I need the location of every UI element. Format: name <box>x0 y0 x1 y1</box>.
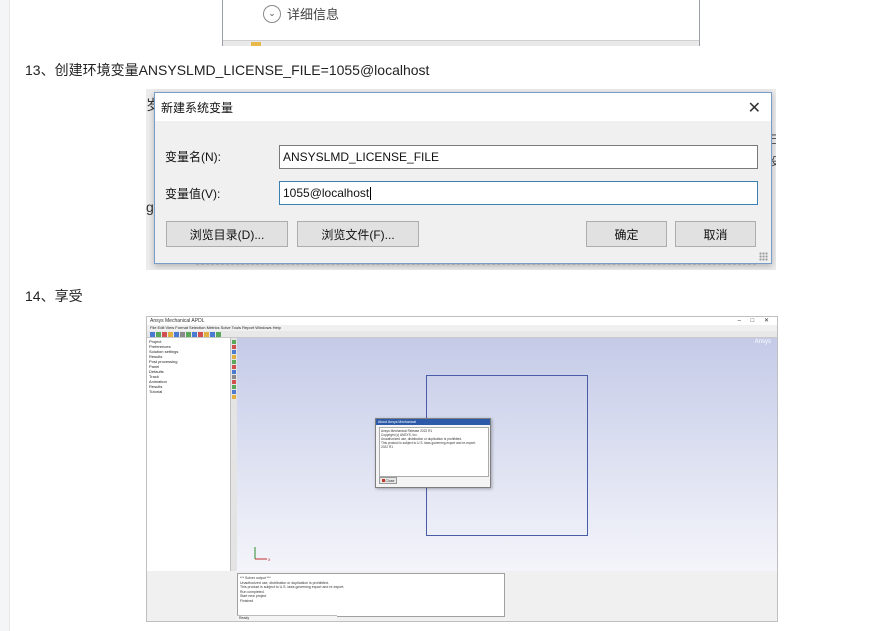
tool-icon[interactable] <box>232 365 236 369</box>
details-toggle[interactable]: ⌄ 详细信息 <box>263 4 339 23</box>
text-caret <box>370 187 372 201</box>
toolbar-icon[interactable] <box>216 331 221 337</box>
about-dialog-body: Ansys Mechanical Release 2022 R1 Copyrig… <box>379 427 489 477</box>
ansys-project-tree: Project Preferences Solution settings Re… <box>147 338 231 571</box>
ansys-titlebar: Ansys Mechanical APDL – □ ✕ <box>147 317 777 325</box>
variable-value-value: 1055@localhost <box>283 186 370 200</box>
step-14-text: 14、享受 <box>25 288 83 304</box>
resize-grip-icon[interactable] <box>759 252 768 261</box>
dialog-title: 新建系统变量 <box>161 100 234 115</box>
details-screenshot: ⌄ 详细信息 <box>222 0 700 46</box>
about-dialog: About Ansys Mechanical Ansys Mechanical … <box>375 418 491 488</box>
tool-icon[interactable] <box>232 350 236 354</box>
background-text-strip <box>196 264 756 270</box>
ansys-window-title: Ansys Mechanical APDL <box>150 318 205 324</box>
ansys-toolbar <box>147 331 777 338</box>
toolbar-icon[interactable] <box>198 331 203 337</box>
tool-icon[interactable] <box>232 385 236 389</box>
chevron-down-icon: ⌄ <box>263 4 281 23</box>
tool-icon[interactable] <box>232 360 236 364</box>
variable-name-row: 变量名(N): <box>165 148 279 165</box>
toolbar-icon[interactable] <box>168 331 173 337</box>
variable-name-label: 变量名(N): <box>165 150 221 164</box>
toolbar-icon[interactable] <box>180 331 185 337</box>
toolbar-icon[interactable] <box>156 331 161 337</box>
tree-item[interactable]: Tutorial <box>149 389 228 394</box>
toolbar-icon[interactable] <box>192 331 197 337</box>
tool-icon[interactable] <box>232 355 236 359</box>
close-icon[interactable]: ✕ <box>748 98 761 118</box>
tool-icon[interactable] <box>232 370 236 374</box>
ansys-status-bar: Ready <box>237 615 337 621</box>
about-line: 2022 R1 <box>381 445 394 449</box>
about-line: This product is subject to U.S. laws gov… <box>381 441 476 445</box>
ok-button[interactable]: 确定 <box>586 221 667 247</box>
browse-directory-button[interactable]: 浏览目录(D)... <box>166 221 288 247</box>
close-icon <box>381 479 385 482</box>
toolbar-icon[interactable] <box>186 331 191 337</box>
tool-icon[interactable] <box>232 340 236 344</box>
variable-value-row: 变量值(V): <box>165 185 279 202</box>
background-glyph: g <box>146 199 154 215</box>
toolbar-icon[interactable] <box>150 331 155 337</box>
ansys-screenshot: Ansys Mechanical APDL – □ ✕ File Edit Vi… <box>146 316 778 622</box>
left-margin-rule <box>0 0 10 631</box>
output-line: Finished <box>240 598 254 603</box>
env-dialog-screenshot: 岁 g 已 设 新建系统变量 ✕ 变量名(N): ANSYSLMD_LICENS… <box>146 89 776 270</box>
variable-value-label: 变量值(V): <box>165 187 221 201</box>
toolbar-icon[interactable] <box>162 331 167 337</box>
ansys-viewport[interactable]: Ansys About Ansys Mechanical Ansys Mecha… <box>237 338 777 571</box>
window-controls-icon[interactable]: – □ ✕ <box>738 317 773 324</box>
ansys-brand: Ansys <box>754 339 771 345</box>
tool-icon[interactable] <box>232 390 236 394</box>
tool-icon[interactable] <box>232 380 236 384</box>
dialog-titlebar: 新建系统变量 ✕ <box>155 93 771 121</box>
about-close-label: Close <box>385 478 395 483</box>
variable-name-value: ANSYSLMD_LICENSE_FILE <box>283 150 440 164</box>
details-label: 详细信息 <box>287 7 340 22</box>
ansys-output-window: *** Solver output *** Unauthorized use, … <box>237 573 505 617</box>
toolbar-icon[interactable] <box>174 331 179 337</box>
tool-icon[interactable] <box>232 345 236 349</box>
about-close-button[interactable]: Close <box>379 477 397 484</box>
variable-value-input[interactable]: 1055@localhost <box>279 181 758 205</box>
cancel-button[interactable]: 取消 <box>675 221 756 247</box>
browse-file-button[interactable]: 浏览文件(F)... <box>297 221 419 247</box>
tool-icon[interactable] <box>232 395 236 399</box>
toolbar-icon[interactable] <box>210 331 215 337</box>
taskbar-strip <box>223 40 699 46</box>
new-system-variable-dialog: 新建系统变量 ✕ 变量名(N): ANSYSLMD_LICENSE_FILE 变… <box>154 92 772 264</box>
about-dialog-title: About Ansys Mechanical <box>376 419 490 425</box>
step-13-text: 13、创建环境变量ANSYSLMD_LICENSE_FILE=1055@loca… <box>25 62 430 78</box>
toolbar-icon[interactable] <box>204 331 209 337</box>
svg-text:x: x <box>268 557 271 562</box>
tool-icon[interactable] <box>232 375 236 379</box>
variable-name-input[interactable]: ANSYSLMD_LICENSE_FILE <box>279 145 758 169</box>
axis-triad-icon: x <box>254 547 271 562</box>
